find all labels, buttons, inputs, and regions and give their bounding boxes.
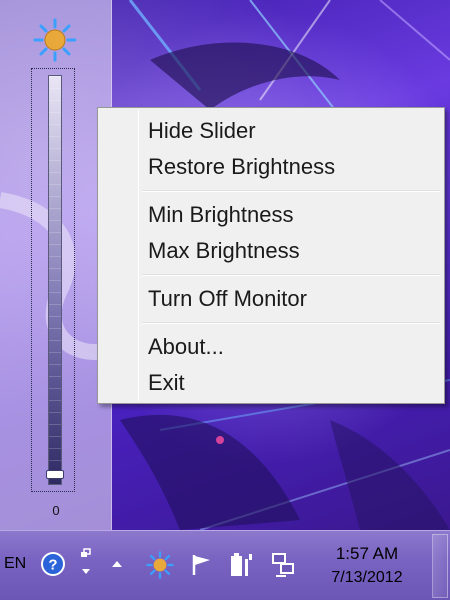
menu-item-exit[interactable]: Exit [148, 366, 185, 400]
brightness-sun-icon[interactable] [33, 18, 77, 62]
input-options-icon[interactable] [76, 547, 96, 581]
action-center-flag-icon[interactable] [190, 553, 214, 577]
taskbar: EN ? 1:57 AM 7/13/2012 [0, 530, 450, 600]
brightness-tray-icon[interactable] [146, 551, 174, 579]
menu-item-about[interactable]: About... [148, 330, 224, 364]
menu-item-restore-brightness[interactable]: Restore Brightness [148, 150, 335, 184]
language-indicator[interactable]: EN [4, 555, 26, 573]
svg-text:?: ? [48, 557, 57, 574]
taskbar-clock[interactable]: 1:57 AM 7/13/2012 [312, 543, 422, 591]
slider-track[interactable] [48, 75, 62, 485]
menu-item-hide-slider[interactable]: Hide Slider [148, 114, 256, 148]
menu-item-max-brightness[interactable]: Max Brightness [148, 234, 300, 268]
menu-separator [142, 190, 440, 192]
menu-separator [142, 322, 440, 324]
network-icon[interactable] [270, 551, 298, 579]
menu-gutter [138, 110, 139, 401]
show-desktop-button[interactable] [432, 534, 448, 598]
slider-thumb[interactable] [46, 470, 64, 479]
context-menu: Hide Slider Restore Brightness Min Brigh… [97, 107, 445, 404]
help-icon[interactable]: ? [40, 551, 66, 577]
show-hidden-icons-icon[interactable] [110, 559, 124, 569]
clock-date: 7/13/2012 [331, 569, 403, 586]
clock-time: 1:57 AM [335, 544, 399, 563]
menu-item-turn-off-monitor[interactable]: Turn Off Monitor [148, 282, 307, 316]
brightness-slider[interactable] [31, 68, 75, 492]
menu-item-min-brightness[interactable]: Min Brightness [148, 198, 294, 232]
brightness-slider-panel: 0 [0, 0, 112, 530]
power-battery-icon[interactable] [228, 550, 254, 578]
menu-separator [142, 274, 440, 276]
slider-value-label: 0 [52, 503, 60, 518]
